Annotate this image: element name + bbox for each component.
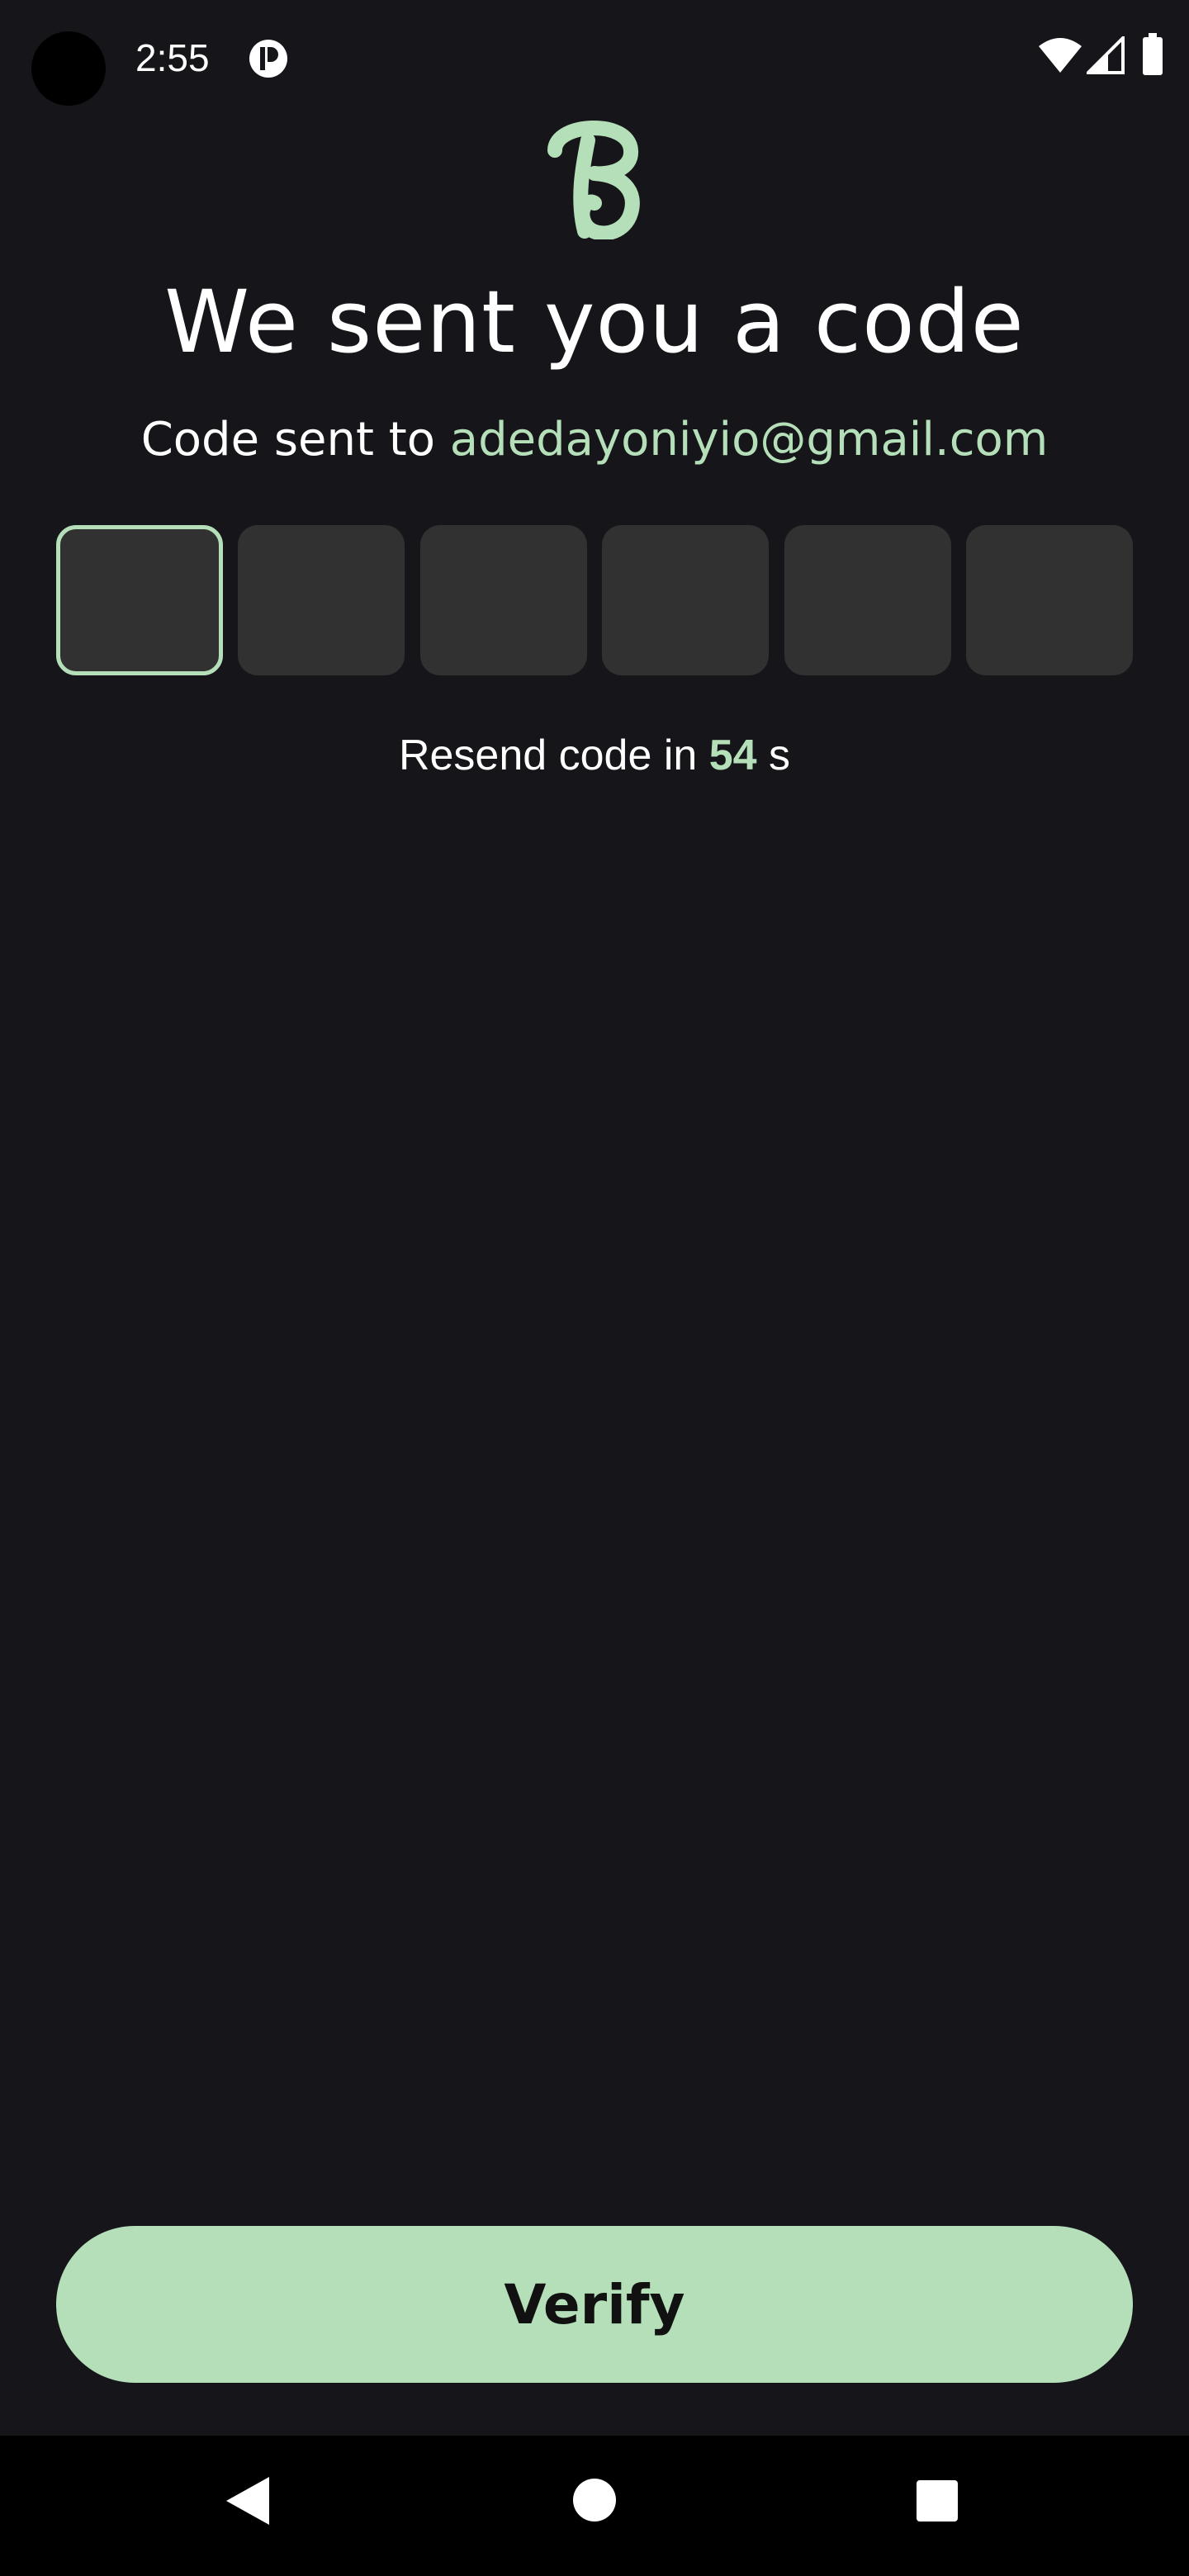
status-bar: 2:55 <box>0 0 1189 116</box>
resend-seconds: 54 <box>708 732 757 779</box>
system-nav-bar <box>0 2436 1189 2576</box>
page-title: We sent you a code <box>164 272 1025 372</box>
back-icon[interactable] <box>223 2474 272 2528</box>
otp-digit-input-3[interactable] <box>419 525 587 675</box>
cell-signal-icon <box>1087 36 1125 74</box>
home-icon[interactable] <box>571 2477 618 2523</box>
otp-digit-input-2[interactable] <box>238 525 405 675</box>
code-sent-message: Code sent to adedayoniyio@gmail.com <box>0 409 1189 471</box>
wifi-icon <box>1039 38 1082 73</box>
battery-icon <box>1143 33 1163 75</box>
status-time: 2:55 <box>135 36 210 79</box>
code-sent-prefix: Code sent to <box>140 413 435 466</box>
otp-input-group <box>56 525 1133 675</box>
otp-digit-input-5[interactable] <box>784 525 951 675</box>
recents-icon[interactable] <box>915 2479 959 2523</box>
otp-digit-input-1[interactable] <box>56 525 223 675</box>
otp-digit-input-4[interactable] <box>602 525 770 675</box>
resend-suffix: s <box>769 732 791 779</box>
resend-countdown: Resend code in 54 s <box>0 727 1189 784</box>
app-notification-icon <box>249 40 287 78</box>
resend-prefix: Resend code in <box>398 732 698 779</box>
camera-cutout <box>31 31 106 106</box>
verify-button[interactable]: Verify <box>56 2226 1133 2383</box>
app-logo-icon <box>547 121 640 239</box>
recipient-email: adedayoniyio@gmail.com <box>449 413 1049 466</box>
otp-digit-input-6[interactable] <box>965 525 1133 675</box>
